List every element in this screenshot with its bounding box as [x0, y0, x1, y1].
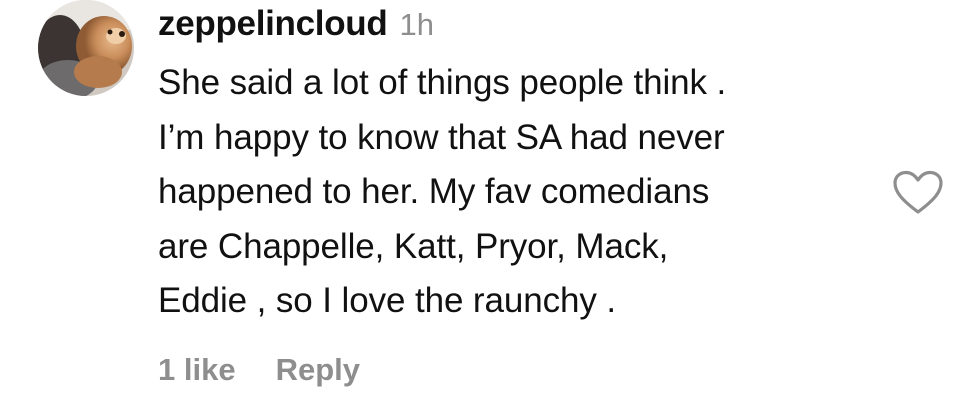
reply-button[interactable]: Reply	[276, 352, 360, 388]
like-button[interactable]	[892, 170, 944, 216]
comment-text-line: are Chappelle, Katt, Pryor, Mack,	[158, 226, 669, 266]
comment-body: zeppelincloud 1h She said a lot of thing…	[158, 4, 878, 329]
comment-text-line: I’m happy to know that SA had never	[158, 117, 725, 157]
comment-text-line: She said a lot of things people think .	[158, 63, 727, 102]
comment: zeppelincloud 1h She said a lot of thing…	[0, 0, 980, 418]
comment-header: zeppelincloud 1h	[158, 4, 878, 50]
comment-actions: 1 like Reply	[158, 352, 360, 388]
avatar[interactable]	[38, 0, 134, 96]
avatar-image	[38, 0, 134, 96]
comment-text-line: happened to her. My fav comedians	[158, 172, 710, 211]
comment-text: She said a lot of things people think . …	[158, 56, 878, 329]
likes-count-button[interactable]: 1 like	[158, 352, 236, 388]
username-link[interactable]: zeppelincloud	[158, 4, 388, 44]
comment-text-line: Eddie , so I love the raunchy .	[158, 281, 617, 320]
heart-outline-icon	[893, 170, 943, 214]
timestamp[interactable]: 1h	[399, 7, 433, 43]
